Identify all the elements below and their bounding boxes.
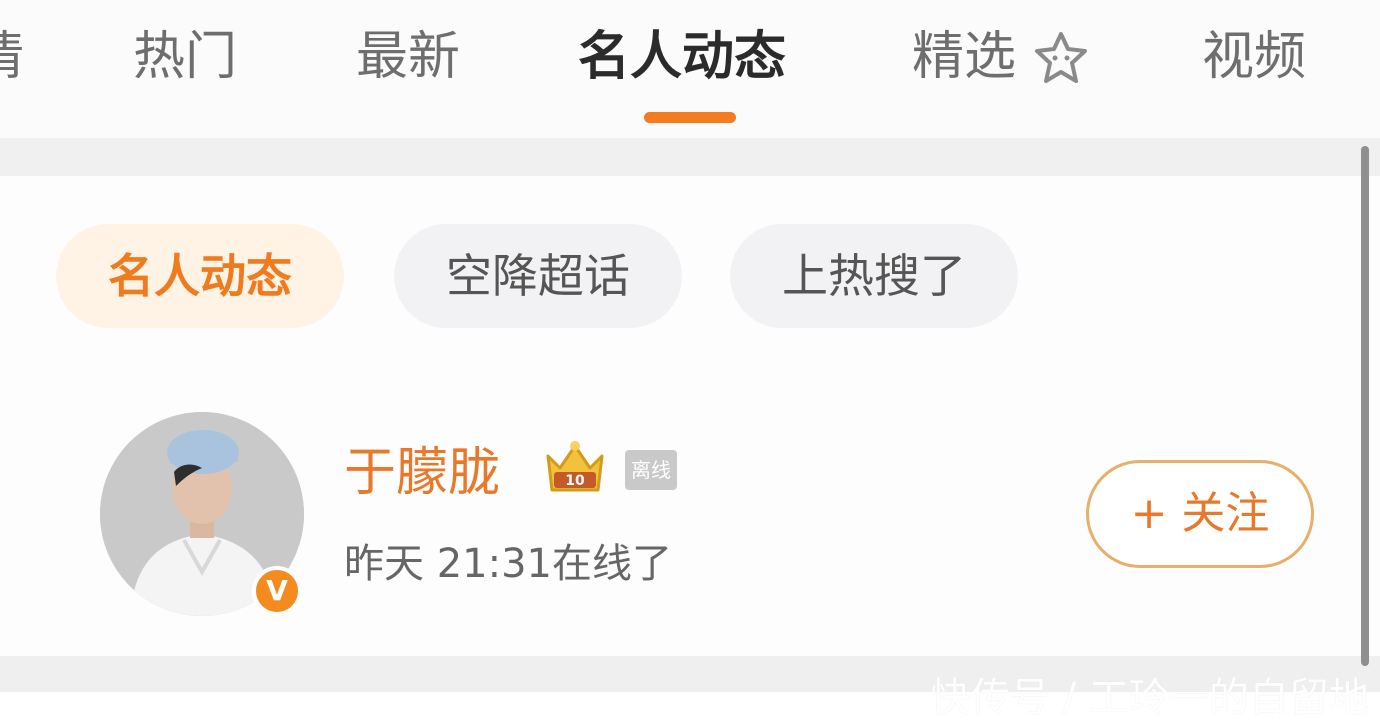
tab-hot[interactable]: 热门 xyxy=(133,24,237,90)
section-divider xyxy=(0,138,1380,176)
watermark-text: 快传号 / 工玲一的自留地 xyxy=(930,675,1369,720)
verified-v-icon: V xyxy=(252,566,302,616)
tab-video[interactable]: 视频 xyxy=(1202,24,1306,90)
tab-celebrity-updates[interactable]: 名人动态 xyxy=(578,24,786,90)
scrollbar[interactable] xyxy=(1361,146,1369,666)
tab-latest[interactable]: 最新 xyxy=(356,24,460,90)
star-face-icon xyxy=(1035,32,1087,83)
follow-button[interactable]: + 关注 xyxy=(1086,460,1314,568)
username[interactable]: 于朦胧 xyxy=(344,438,500,508)
chip-trending[interactable]: 上热搜了 xyxy=(730,224,1018,328)
page: 情 热门 最新 名人动态 精选 视频 名人动态 空降超话 上热搜了 V 于朦胧 xyxy=(0,0,1380,720)
online-status-text: 昨天 21:31在线了 xyxy=(344,541,672,587)
top-tab-bar: 情 热门 最新 名人动态 精选 视频 xyxy=(0,0,1380,138)
tab-featured[interactable]: 精选 xyxy=(912,24,1016,90)
chip-celebrity-updates[interactable]: 名人动态 xyxy=(56,224,344,328)
tab-partial[interactable]: 情 xyxy=(0,24,24,90)
chip-super-topic[interactable]: 空降超话 xyxy=(394,224,682,328)
active-tab-indicator xyxy=(644,112,736,123)
crown-level-10-icon: 10 xyxy=(546,441,604,492)
crown-level-text: 10 xyxy=(565,473,585,489)
offline-badge: 离线 xyxy=(625,450,677,490)
